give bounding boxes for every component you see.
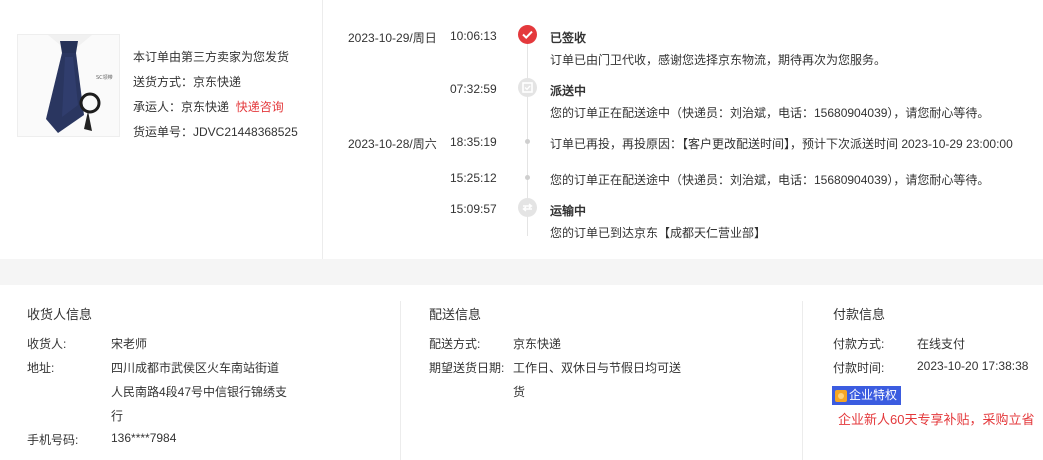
- delivery-method-label: 配送方式:: [429, 337, 481, 351]
- divider: [322, 0, 323, 259]
- timeline-date: 2023-10-28/周六: [348, 137, 437, 151]
- timeline-time: 15:09:57: [450, 202, 497, 216]
- timeline-time: 18:35:19: [450, 135, 497, 149]
- payment-method-label: 付款方式:: [833, 337, 885, 351]
- phone-number: 136****7984: [111, 431, 177, 445]
- divider: [802, 301, 803, 460]
- timeline-detail: 订单已由门卫代收，感谢您选择京东物流，期待再次为您服务。: [550, 53, 887, 67]
- transport-icon: [518, 198, 537, 217]
- timeline-status: 派送中: [550, 84, 587, 98]
- delivery-date-line: 工作日、双休日与节假日均可送: [513, 361, 682, 375]
- timeline-detail: 您的订单正在配送途中（快递员：刘治斌，电话：15680904039），请您耐心等…: [550, 173, 990, 187]
- receiver-name: 宋老师: [111, 337, 148, 351]
- payment-method: 在线支付: [917, 337, 966, 351]
- section-separator: [0, 259, 1043, 285]
- gift-icon: [835, 389, 847, 402]
- timeline-dot: [525, 139, 530, 144]
- delivery-date-label: 期望送货日期:: [429, 361, 505, 375]
- delivery-method: 京东快递: [513, 337, 562, 351]
- receiver-name-label: 收货人:: [27, 337, 67, 351]
- address-line: 行: [111, 409, 124, 423]
- timeline-time: 07:32:59: [450, 82, 497, 96]
- courier-inquiry-link[interactable]: 快递咨询: [236, 100, 284, 114]
- divider: [400, 301, 401, 460]
- address-label: 地址:: [27, 361, 55, 375]
- delivery-title: 配送信息: [429, 307, 482, 322]
- address-line: 人民南路4段47号中信银行锦绣支: [111, 385, 288, 399]
- phone-label: 手机号码:: [27, 433, 79, 447]
- timeline-detail: 您的订单正在配送途中（快递员：刘治斌，电话：15680904039），请您耐心等…: [550, 106, 990, 120]
- delivery-icon: [518, 78, 537, 97]
- timeline-time: 15:25:12: [450, 171, 497, 185]
- address-line: 四川成都市武侯区火车南站街道: [111, 361, 280, 375]
- tracking-panel: SC领带 本订单由第三方卖家为您发货 送货方式：京东快递 承运人：京东快递 快递…: [0, 0, 1043, 259]
- badge-label: 企业特权: [849, 388, 898, 402]
- product-image[interactable]: SC领带: [17, 34, 120, 137]
- timeline-detail: 您的订单已到达京东【成都天仁营业部】: [550, 226, 767, 240]
- enterprise-privilege-badge[interactable]: 企业特权: [832, 386, 902, 405]
- check-icon: [518, 25, 537, 44]
- receiver-title: 收货人信息: [27, 307, 93, 322]
- enterprise-promo-text[interactable]: 企业新人60天专享补贴，采购立省: [838, 409, 1034, 428]
- waybill-number: 货运单号：JDVC21448368525: [133, 125, 298, 139]
- carrier-row: 承运人：京东快递 快递咨询: [133, 100, 284, 114]
- carrier-label: 承运人：京东快递: [133, 100, 230, 114]
- delivery-date-line: 货: [513, 385, 526, 399]
- order-info-panel: 收货人信息 收货人: 宋老师 地址: 四川成都市武侯区火车南站街道 人民南路4段…: [0, 285, 1043, 460]
- seller-note: 本订单由第三方卖家为您发货: [133, 50, 290, 64]
- timeline-date: 2023-10-29/周日: [348, 31, 437, 45]
- necktie-image-icon: SC领带: [18, 35, 119, 136]
- payment-time: 2023-10-20 17:38:38: [917, 359, 1029, 373]
- ship-method: 送货方式：京东快递: [133, 75, 242, 89]
- payment-title: 付款信息: [833, 307, 886, 322]
- timeline-time: 10:06:13: [450, 29, 497, 43]
- timeline-status: 运输中: [550, 204, 587, 218]
- timeline-status: 已签收: [550, 31, 587, 45]
- payment-time-label: 付款时间:: [833, 361, 885, 375]
- timeline-dot: [525, 175, 530, 180]
- svg-text:SC领带: SC领带: [96, 74, 113, 81]
- timeline-detail: 订单已再投，再投原因：【客户更改配送时间】，预计下次派送时间 2023-10-2…: [550, 137, 1013, 151]
